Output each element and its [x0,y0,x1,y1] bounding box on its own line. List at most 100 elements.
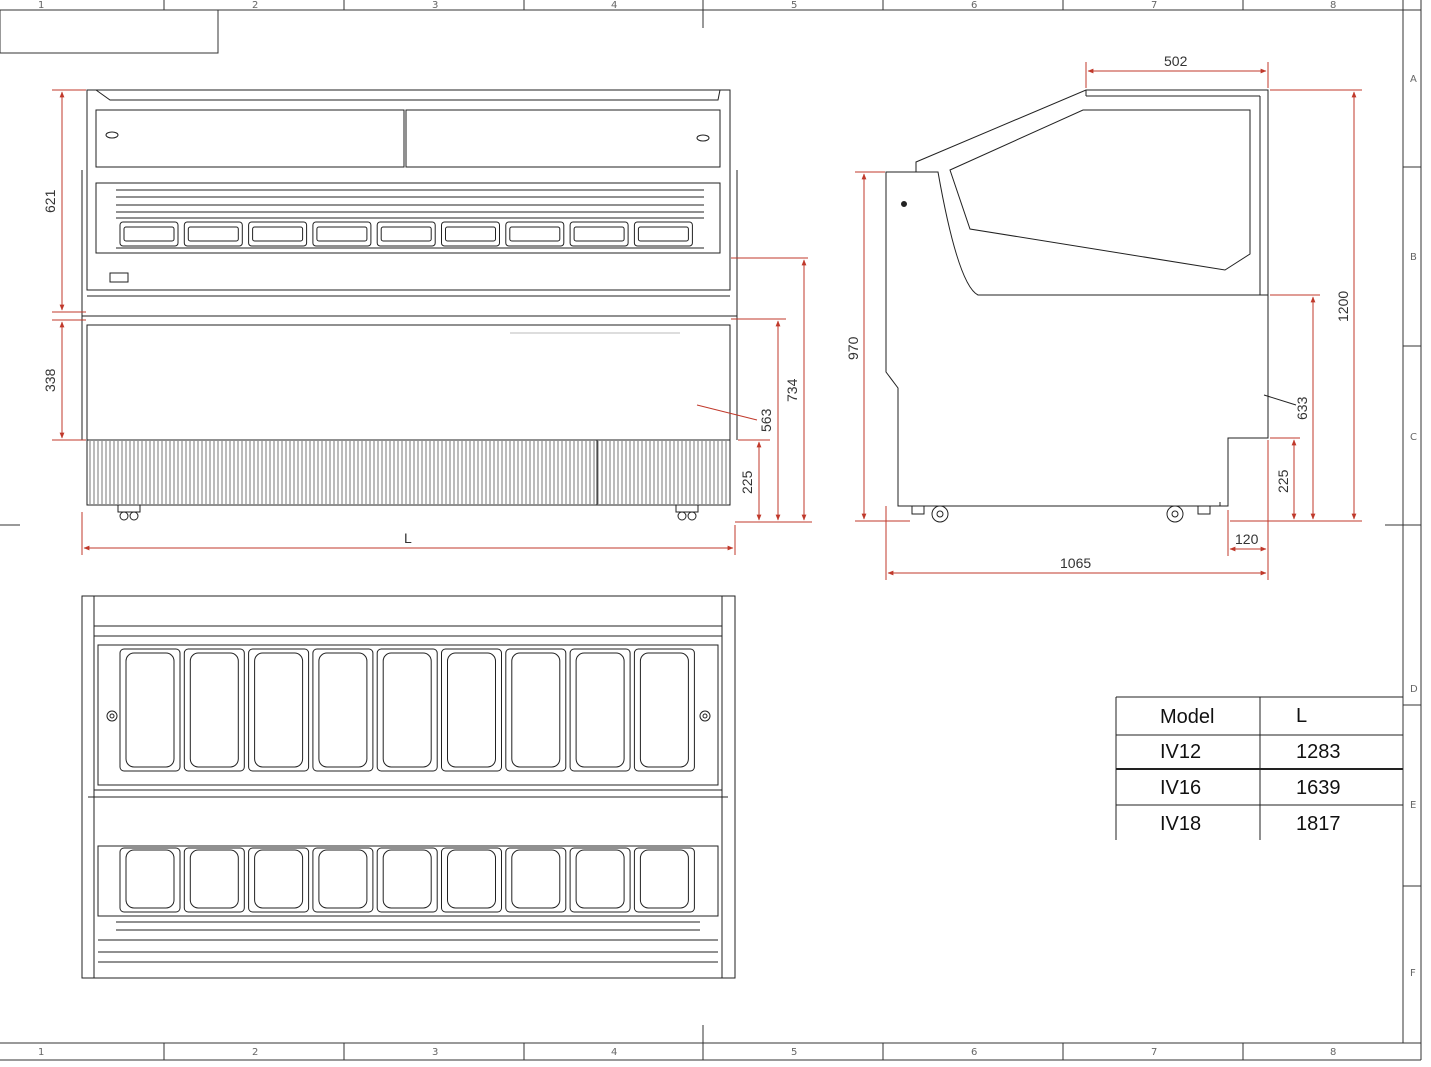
top-pan-inner [447,652,496,768]
top-pan-front [376,847,438,913]
top-pan-inner [639,652,689,768]
side-dimensions [855,62,1362,580]
front-base-grille [89,441,727,504]
dim-label-225-side: 225 [1275,469,1291,493]
top-pan-front [569,847,631,913]
dim-label-563: 563 [758,408,774,432]
front-pan-inner [187,226,239,242]
top-pan-inner [254,652,304,768]
grid-row-label: F [1410,968,1416,979]
dim-label-621: 621 [42,189,58,213]
front-pan [569,221,629,247]
front-pan-inner [637,226,689,242]
top-pan-front-inner [511,849,561,909]
front-pan [376,221,436,247]
table-cell-length: 1283 [1296,741,1341,763]
front-pan-inner [573,226,625,242]
top-pan-front-inner [639,849,689,909]
front-pan-inner [445,226,496,242]
top-pan-front [505,847,567,913]
side-view [885,89,1297,507]
top-pan [248,648,310,772]
grid-col-label: 5 [791,0,797,11]
grid-row-label: D [1410,684,1418,695]
grid-row-label: A [1410,74,1417,85]
top-pan [633,648,695,772]
grid-col-label: 2 [252,1047,258,1058]
front-pan [119,221,179,247]
front-pan-inner [316,226,368,242]
top-pan-front [441,847,502,913]
table-header-length: L [1296,705,1307,727]
dim-label-734: 734 [784,378,800,402]
top-pan [569,648,631,772]
top-pan [441,648,502,772]
front-pan-inner [252,226,304,242]
side-casters [911,505,1211,523]
top-pan-front-inner [382,849,432,909]
grid-col-label: 5 [791,1047,797,1058]
grid-col-label: 8 [1330,1047,1336,1058]
top-pan-inner [511,652,561,768]
grid-col-label: 3 [432,1047,438,1058]
table-cell-model: IV18 [1160,813,1201,835]
grid-labels: 1 2 3 4 5 6 7 8 1 2 3 4 5 6 7 8 A B C D … [38,0,1418,1058]
grid-col-label: 6 [971,0,977,11]
top-pan [505,648,567,772]
top-pan-front [119,847,181,913]
top-pan-front [183,847,245,913]
dim-label-225: 225 [739,470,755,494]
top-pan-inner [125,652,175,768]
front-pan [312,221,372,247]
dim-label-502: 502 [1164,53,1188,69]
grid-row-label: C [1410,432,1417,443]
top-pan [312,648,374,772]
grid-col-label: 3 [432,0,438,11]
front-pan [248,221,308,247]
top-pan [183,648,245,772]
grid-col-label: 2 [252,0,258,11]
top-pan-front [312,847,374,913]
top-view-pans [119,648,695,913]
side-dimension-labels: 502 1200 970 633 225 120 1065 [845,53,1351,571]
front-pan [183,221,243,247]
top-pan-front [248,847,310,913]
dim-label-1200: 1200 [1335,291,1351,322]
front-pan [633,221,693,247]
top-pan-front-inner [189,849,239,909]
dim-label-120: 120 [1235,531,1259,547]
drawing-frame [0,0,1422,1061]
grid-col-label: 8 [1330,0,1336,11]
table-cell-length: 1817 [1296,813,1341,835]
table-cell-model: IV12 [1160,741,1201,763]
grid-col-label: 7 [1151,0,1157,11]
grid-col-label: 4 [611,0,617,11]
grid-row-label: E [1410,800,1416,811]
top-pan-front-inner [254,849,304,909]
top-pan [376,648,438,772]
grid-row-label: B [1410,252,1417,263]
grid-col-label: 1 [38,0,44,11]
top-pan-front-inner [318,849,368,909]
top-pan-inner [575,652,625,768]
front-pan-inner [123,226,175,242]
top-pan-front [633,847,695,913]
top-pan-inner [382,652,432,768]
grid-col-label: 1 [38,1047,44,1058]
dim-label-1065: 1065 [1060,555,1091,571]
table-cell-length: 1639 [1296,777,1341,799]
front-pans [119,221,693,247]
dim-label-length: L [404,530,412,546]
top-pan-inner [318,652,368,768]
table-header-model: Model [1160,706,1214,728]
top-pan-inner [189,652,239,768]
top-pan-front-inner [447,849,496,909]
dim-label-970: 970 [845,336,861,360]
dim-label-338: 338 [42,368,58,392]
front-pan-inner [509,226,561,242]
grid-col-label: 6 [971,1047,977,1058]
front-view [81,89,738,506]
front-casters [117,504,699,521]
grid-col-label: 4 [611,1047,617,1058]
front-pan [505,221,565,247]
